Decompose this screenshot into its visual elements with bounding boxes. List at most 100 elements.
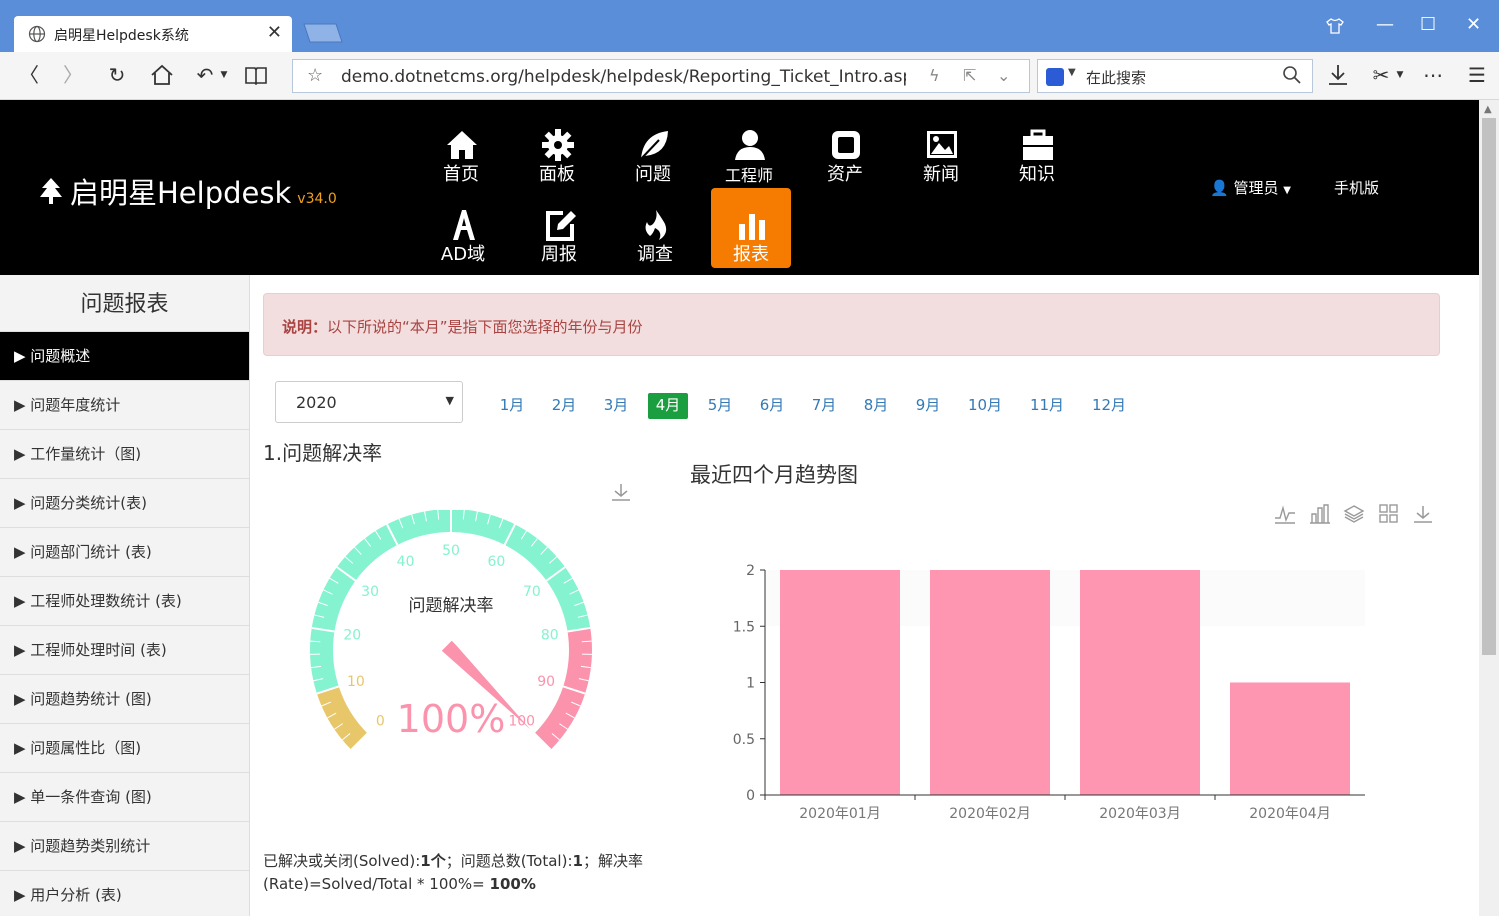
tree-icon	[38, 176, 64, 206]
nav-knowledge[interactable]: 知识	[997, 108, 1077, 188]
month-link[interactable]: 12月	[1088, 393, 1130, 419]
new-tab-button[interactable]	[302, 22, 344, 44]
bar[interactable]	[1230, 683, 1350, 796]
month-link[interactable]: 9月	[912, 393, 944, 419]
reload-icon[interactable]: ↻	[104, 62, 130, 88]
month-link[interactable]: 6月	[756, 393, 788, 419]
gauge-tick-label: 20	[343, 627, 361, 643]
briefcase-icon	[1021, 128, 1055, 162]
nav-label: 调查	[615, 240, 695, 266]
nav-news[interactable]: 新闻	[901, 108, 981, 188]
sidebar-item-workload[interactable]: ▶ 工作量统计（图)	[0, 429, 249, 478]
bar[interactable]	[780, 570, 900, 795]
user-menu[interactable]: 👤 管理员 ▼	[1210, 177, 1291, 198]
square-icon	[829, 128, 863, 162]
gauge-section-title: 1.问题解决率	[263, 437, 382, 466]
scroll-thumb[interactable]	[1482, 118, 1496, 655]
reader-icon[interactable]	[243, 62, 269, 88]
nav-home[interactable]: 首页	[421, 108, 501, 188]
month-link[interactable]: 5月	[704, 393, 736, 419]
site-logo[interactable]: 启明星Helpdeskv34.0	[38, 170, 337, 212]
sidebar-item-department[interactable]: ▶ 问题部门统计 (表)	[0, 527, 249, 576]
nav-weekly[interactable]: 周报	[519, 188, 599, 268]
gauge-minor-tick	[582, 641, 592, 642]
scissors-dropdown-icon[interactable]: ▼	[1394, 62, 1406, 88]
month-link[interactable]: 2月	[548, 393, 580, 419]
sidebar-item-engineer-time[interactable]: ▶ 工程师处理时间 (表)	[0, 625, 249, 674]
search-box[interactable]: ▼ 在此搜索	[1037, 59, 1313, 93]
line-chart-icon[interactable]	[1274, 504, 1296, 524]
sidebar-item-trend[interactable]: ▶ 问题趋势统计 (图)	[0, 674, 249, 723]
search-input[interactable]: 在此搜索	[1086, 67, 1146, 88]
bar-chart-switch-icon[interactable]	[1309, 504, 1331, 524]
forward-icon[interactable]: 〉	[60, 62, 86, 88]
more-icon[interactable]: ⋯	[1420, 62, 1446, 88]
download-icon[interactable]	[1325, 62, 1351, 88]
month-link-selected[interactable]: 4月	[648, 393, 688, 419]
month-link[interactable]: 7月	[808, 393, 840, 419]
maximize-icon[interactable]: ☐	[1420, 14, 1436, 35]
gauge-tick-label: 30	[361, 584, 379, 600]
nav-issues[interactable]: 问题	[613, 108, 693, 188]
gauge-tick-label: 50	[442, 543, 460, 559]
month-link[interactable]: 11月	[1026, 393, 1068, 419]
menu-icon[interactable]: ☰	[1464, 62, 1490, 88]
sidebar-item-category[interactable]: ▶ 问题分类统计(表)	[0, 478, 249, 527]
shirt-icon[interactable]	[1326, 18, 1344, 34]
scissors-icon[interactable]: ✂	[1368, 62, 1394, 88]
back-icon[interactable]: 〈	[16, 62, 42, 88]
url-text[interactable]: demo.dotnetcms.org/helpdesk/helpdesk/Rep…	[341, 67, 906, 87]
scroll-up-icon[interactable]: ▲	[1484, 104, 1492, 115]
sidebar-item-yearly[interactable]: ▶ 问题年度统计	[0, 380, 249, 429]
engine-dropdown-icon[interactable]: ▼	[1068, 67, 1076, 78]
picture-icon	[925, 128, 959, 162]
total-label: ；问题总数(Total):	[446, 852, 573, 870]
vertical-scrollbar[interactable]: ▲	[1479, 100, 1499, 916]
y-tick-label: 0	[746, 788, 755, 804]
browser-tab[interactable]: 启明星Helpdesk系统 ✕	[14, 16, 292, 52]
home-browser-icon[interactable]	[149, 62, 175, 88]
tiled-icon[interactable]	[1378, 504, 1400, 524]
notice-text: 以下所说的“本月”是指下面您选择的年份与月份	[327, 318, 643, 336]
lightning-icon[interactable]: ϟ	[929, 66, 940, 85]
close-tab-icon[interactable]: ✕	[267, 22, 282, 43]
baidu-paw-icon[interactable]	[1046, 68, 1064, 86]
sidebar-item-attribute[interactable]: ▶ 问题属性比（图)	[0, 723, 249, 772]
bar[interactable]	[1080, 570, 1200, 795]
chevron-down-icon[interactable]: ⌄	[997, 66, 1010, 85]
y-tick-label: 1.5	[733, 619, 755, 635]
month-link[interactable]: 3月	[600, 393, 632, 419]
sidebar-item-trend-category[interactable]: ▶ 问题趋势类别统计	[0, 821, 249, 870]
month-link[interactable]: 8月	[860, 393, 892, 419]
sidebar-item-overview[interactable]: ▶ 问题概述	[0, 331, 249, 380]
undo-icon[interactable]: ↶	[192, 62, 218, 88]
minimize-icon[interactable]: —	[1376, 14, 1394, 35]
undo-dropdown-icon[interactable]: ▼	[218, 62, 230, 88]
search-icon[interactable]	[1282, 65, 1302, 85]
year-select[interactable]: 2020 ▼	[275, 381, 463, 423]
nav-engineers[interactable]: 工程师	[709, 108, 789, 188]
month-link[interactable]: 10月	[964, 393, 1006, 419]
save-image-icon[interactable]	[1412, 504, 1434, 524]
save-image-icon[interactable]	[610, 482, 632, 502]
mobile-version-link[interactable]: 手机版	[1334, 177, 1379, 198]
x-tick-label: 2020年03月	[1099, 806, 1180, 822]
nav-survey[interactable]: 调查	[615, 188, 695, 268]
month-link[interactable]: 1月	[496, 393, 528, 419]
nav-assets[interactable]: 资产	[805, 108, 885, 188]
address-bar[interactable]: ☆ demo.dotnetcms.org/helpdesk/helpdesk/R…	[292, 59, 1030, 93]
close-window-icon[interactable]: ✕	[1466, 14, 1481, 35]
share-icon[interactable]: ⇱	[963, 66, 976, 85]
sidebar-item-query[interactable]: ▶ 单一条件查询 (图)	[0, 772, 249, 821]
nav-ad-domain[interactable]: AD域	[423, 188, 503, 268]
nav-reports[interactable]: 报表	[711, 188, 791, 268]
sidebar-item-user-analysis[interactable]: ▶ 用户分析 (表)	[0, 870, 249, 919]
bar[interactable]	[930, 570, 1050, 795]
notice-alert: 说明：以下所说的“本月”是指下面您选择的年份与月份	[263, 293, 1440, 356]
sidebar-item-engineer-count[interactable]: ▶ 工程师处理数统计 (表)	[0, 576, 249, 625]
fire-icon	[639, 208, 673, 242]
nav-dashboard[interactable]: 面板	[517, 108, 597, 188]
x-tick-label: 2020年01月	[799, 806, 880, 822]
star-icon[interactable]: ☆	[307, 65, 323, 86]
stack-icon[interactable]	[1343, 504, 1365, 524]
